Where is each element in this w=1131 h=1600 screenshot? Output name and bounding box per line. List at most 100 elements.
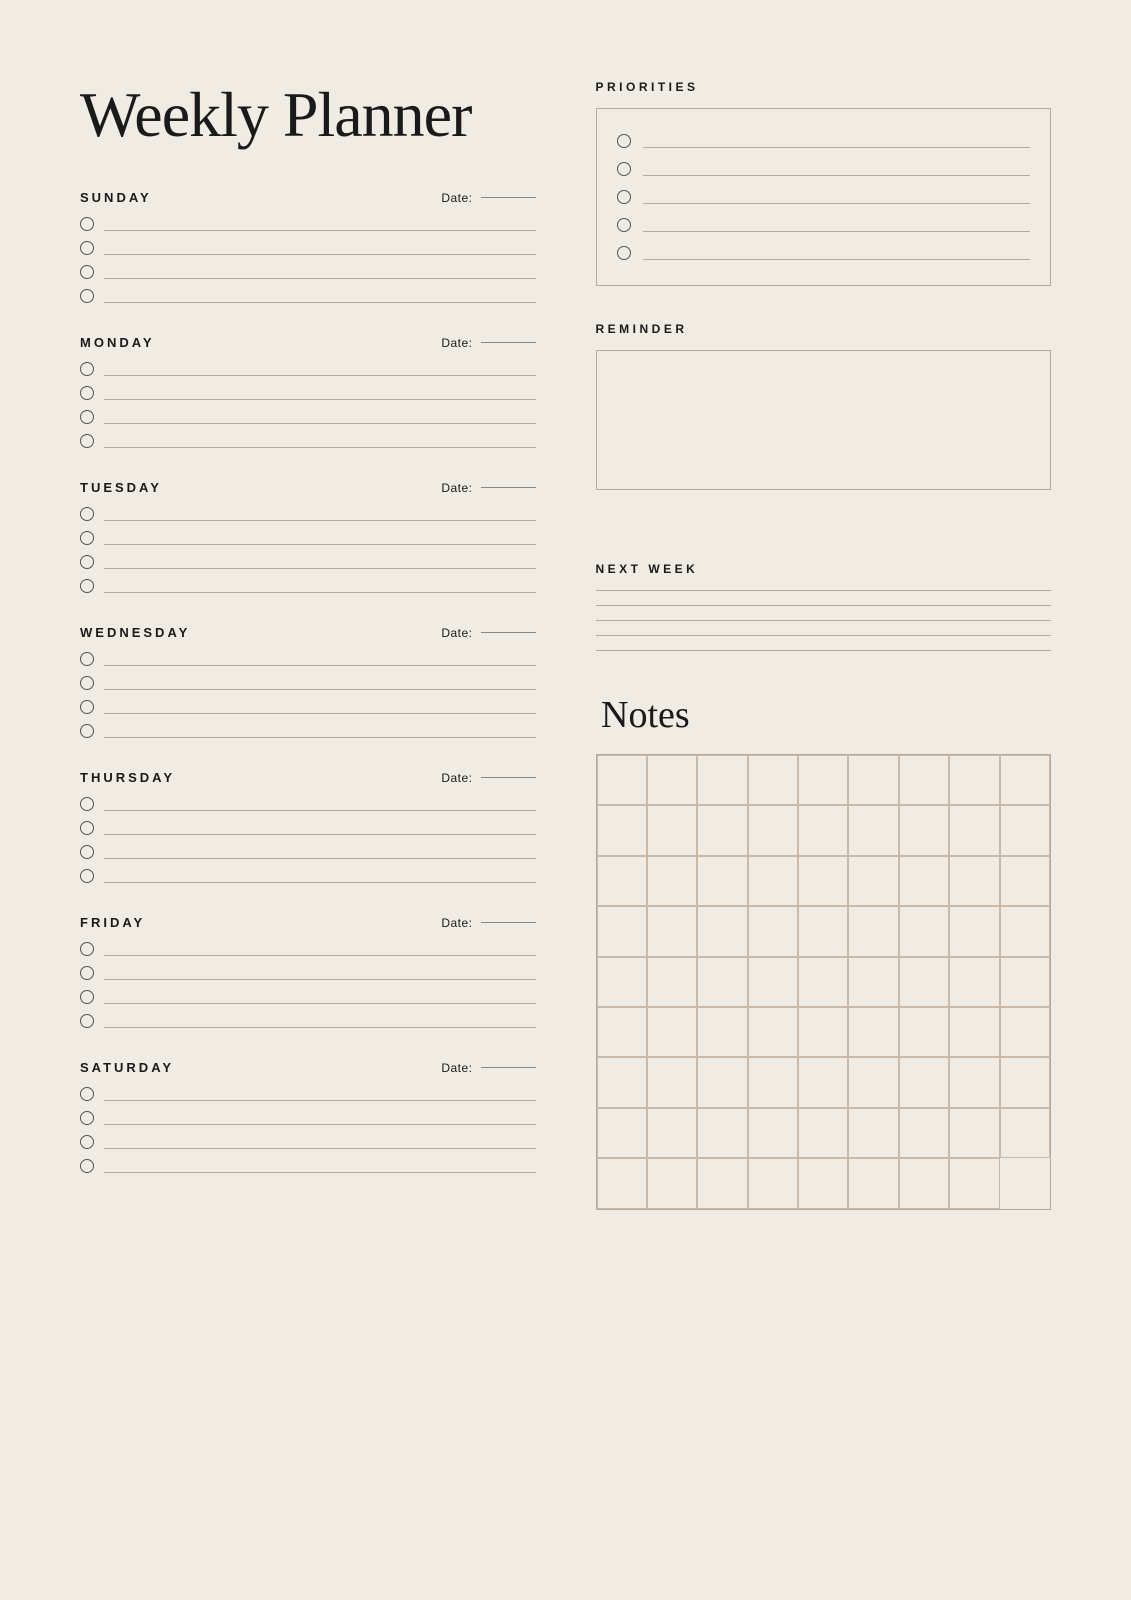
notes-cell[interactable] bbox=[748, 1108, 798, 1158]
notes-cell[interactable] bbox=[597, 755, 647, 805]
priority-line[interactable] bbox=[643, 218, 1031, 232]
task-checkbox[interactable] bbox=[80, 555, 94, 569]
task-checkbox[interactable] bbox=[80, 386, 94, 400]
notes-cell[interactable] bbox=[1000, 755, 1050, 805]
notes-cell[interactable] bbox=[597, 1007, 647, 1057]
task-checkbox[interactable] bbox=[80, 1014, 94, 1028]
notes-cell[interactable] bbox=[748, 1158, 798, 1208]
notes-cell[interactable] bbox=[597, 1158, 647, 1208]
task-line[interactable] bbox=[104, 1159, 536, 1173]
task-checkbox[interactable] bbox=[80, 990, 94, 1004]
next-week-line[interactable] bbox=[596, 590, 1052, 591]
task-line[interactable] bbox=[104, 724, 536, 738]
next-week-line[interactable] bbox=[596, 650, 1052, 651]
notes-cell[interactable] bbox=[647, 1057, 697, 1107]
notes-cell[interactable] bbox=[697, 856, 747, 906]
notes-cell[interactable] bbox=[899, 805, 949, 855]
task-line[interactable] bbox=[104, 797, 536, 811]
notes-cell[interactable] bbox=[697, 1057, 747, 1107]
task-checkbox[interactable] bbox=[80, 724, 94, 738]
notes-cell[interactable] bbox=[848, 1057, 898, 1107]
task-line[interactable] bbox=[104, 265, 536, 279]
priority-checkbox[interactable] bbox=[617, 162, 631, 176]
priority-checkbox[interactable] bbox=[617, 218, 631, 232]
task-line[interactable] bbox=[104, 1014, 536, 1028]
task-checkbox[interactable] bbox=[80, 942, 94, 956]
next-week-line[interactable] bbox=[596, 620, 1052, 621]
notes-cell[interactable] bbox=[647, 957, 697, 1007]
notes-cell[interactable] bbox=[1000, 1007, 1050, 1057]
notes-cell[interactable] bbox=[949, 1007, 999, 1057]
notes-cell[interactable] bbox=[798, 1108, 848, 1158]
notes-cell[interactable] bbox=[748, 1057, 798, 1107]
priority-line[interactable] bbox=[643, 162, 1031, 176]
task-checkbox[interactable] bbox=[80, 845, 94, 859]
priority-checkbox[interactable] bbox=[617, 246, 631, 260]
wednesday-date-line[interactable] bbox=[481, 632, 536, 633]
notes-cell[interactable] bbox=[697, 1108, 747, 1158]
task-line[interactable] bbox=[104, 289, 536, 303]
task-checkbox[interactable] bbox=[80, 531, 94, 545]
task-checkbox[interactable] bbox=[80, 1111, 94, 1125]
priority-checkbox[interactable] bbox=[617, 134, 631, 148]
notes-cell[interactable] bbox=[848, 805, 898, 855]
task-checkbox[interactable] bbox=[80, 410, 94, 424]
notes-cell[interactable] bbox=[798, 957, 848, 1007]
notes-cell[interactable] bbox=[848, 1108, 898, 1158]
task-line[interactable] bbox=[104, 531, 536, 545]
friday-date-line[interactable] bbox=[481, 922, 536, 923]
notes-cell[interactable] bbox=[899, 755, 949, 805]
notes-cell[interactable] bbox=[647, 856, 697, 906]
notes-cell[interactable] bbox=[949, 805, 999, 855]
notes-cell[interactable] bbox=[848, 957, 898, 1007]
task-line[interactable] bbox=[104, 386, 536, 400]
thursday-date-line[interactable] bbox=[481, 777, 536, 778]
notes-cell[interactable] bbox=[697, 957, 747, 1007]
notes-cell[interactable] bbox=[798, 906, 848, 956]
monday-date-line[interactable] bbox=[481, 342, 536, 343]
notes-cell[interactable] bbox=[748, 755, 798, 805]
tuesday-date-line[interactable] bbox=[481, 487, 536, 488]
task-line[interactable] bbox=[104, 1135, 536, 1149]
notes-cell[interactable] bbox=[848, 1007, 898, 1057]
priority-line[interactable] bbox=[643, 246, 1031, 260]
task-checkbox[interactable] bbox=[80, 1159, 94, 1173]
notes-cell[interactable] bbox=[1000, 1108, 1050, 1158]
notes-cell[interactable] bbox=[949, 906, 999, 956]
task-checkbox[interactable] bbox=[80, 507, 94, 521]
notes-cell[interactable] bbox=[949, 856, 999, 906]
notes-cell[interactable] bbox=[949, 957, 999, 1007]
task-line[interactable] bbox=[104, 966, 536, 980]
notes-cell[interactable] bbox=[798, 755, 848, 805]
task-checkbox[interactable] bbox=[80, 966, 94, 980]
notes-cell[interactable] bbox=[1000, 1057, 1050, 1107]
task-line[interactable] bbox=[104, 241, 536, 255]
notes-cell[interactable] bbox=[848, 755, 898, 805]
task-checkbox[interactable] bbox=[80, 265, 94, 279]
notes-cell[interactable] bbox=[597, 957, 647, 1007]
task-line[interactable] bbox=[104, 217, 536, 231]
saturday-date-line[interactable] bbox=[481, 1067, 536, 1068]
task-checkbox[interactable] bbox=[80, 241, 94, 255]
task-checkbox[interactable] bbox=[80, 1087, 94, 1101]
notes-cell[interactable] bbox=[697, 906, 747, 956]
task-line[interactable] bbox=[104, 555, 536, 569]
notes-cell[interactable] bbox=[748, 805, 798, 855]
notes-cell[interactable] bbox=[899, 957, 949, 1007]
notes-cell[interactable] bbox=[1000, 957, 1050, 1007]
task-checkbox[interactable] bbox=[80, 652, 94, 666]
task-line[interactable] bbox=[104, 676, 536, 690]
sunday-date-line[interactable] bbox=[481, 197, 536, 198]
priority-line[interactable] bbox=[643, 190, 1031, 204]
notes-cell[interactable] bbox=[899, 1057, 949, 1107]
notes-cell[interactable] bbox=[647, 1007, 697, 1057]
task-line[interactable] bbox=[104, 869, 536, 883]
notes-cell[interactable] bbox=[748, 906, 798, 956]
task-checkbox[interactable] bbox=[80, 217, 94, 231]
notes-cell[interactable] bbox=[748, 1007, 798, 1057]
priority-line[interactable] bbox=[643, 134, 1031, 148]
notes-cell[interactable] bbox=[899, 1108, 949, 1158]
task-checkbox[interactable] bbox=[80, 821, 94, 835]
task-line[interactable] bbox=[104, 507, 536, 521]
notes-cell[interactable] bbox=[697, 755, 747, 805]
